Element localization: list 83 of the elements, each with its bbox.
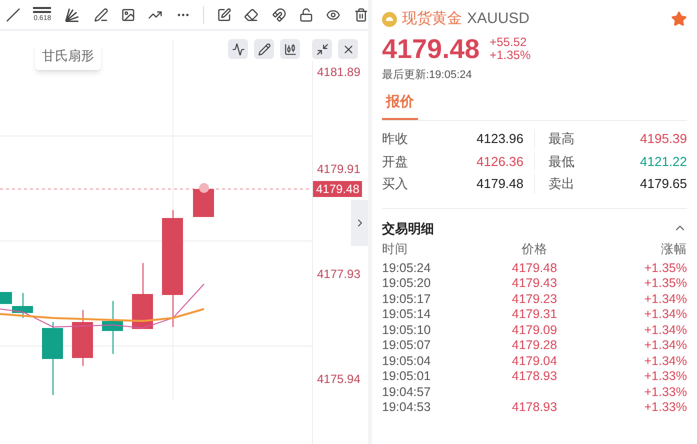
- trade-time: 19:04:57: [382, 384, 432, 400]
- pencil-icon: [258, 42, 270, 56]
- trade-change: +1.35%: [643, 276, 687, 292]
- trade-price: 4179.48: [512, 260, 558, 274]
- quote-value: 4179.65: [640, 175, 687, 193]
- pen-tool-icon[interactable]: [94, 6, 108, 22]
- column-header: 涨幅: [660, 242, 687, 258]
- pen-button[interactable]: [254, 39, 274, 59]
- unlock-icon[interactable]: [298, 6, 314, 22]
- close-icon: [342, 42, 354, 56]
- current-price-marker: [199, 183, 209, 193]
- trade-change: +1.34%: [643, 292, 687, 307]
- candle: [72, 310, 93, 366]
- magnet-icon[interactable]: [272, 6, 286, 22]
- quote-value: 4121.22: [640, 152, 687, 170]
- tool-tooltip: 甘氏扇形: [35, 42, 101, 70]
- column-header: 价格: [520, 242, 548, 258]
- trade-price: 4178.93: [512, 369, 558, 383]
- price-axis-label: 4179.91: [317, 161, 360, 178]
- trade-time: 19:05:01: [382, 369, 432, 384]
- quote-label: 最高: [548, 130, 574, 148]
- trade-price: 4179.09: [512, 322, 558, 336]
- percent-change: +1.35%: [490, 48, 531, 62]
- price-axis-label: 4181.89: [317, 64, 360, 81]
- trade-change: +1.33%: [643, 384, 687, 400]
- trade-time: 19:05:20: [382, 276, 432, 292]
- section-title: 交易明细: [382, 220, 434, 238]
- trade-time: 19:05:04: [382, 354, 432, 369]
- shrink-button[interactable]: [312, 39, 332, 59]
- quote-value: 4126.36: [476, 152, 524, 170]
- quote-value: 4195.39: [640, 130, 687, 148]
- current-price-tag: 4179.48: [313, 181, 362, 197]
- price-axis-label: 4177.93: [317, 266, 360, 283]
- fan-tool-icon[interactable]: [64, 6, 81, 24]
- trash-icon[interactable]: [354, 6, 368, 22]
- trade-price: 4179.31: [512, 307, 558, 321]
- last-updated: 最后更新:19:05:24: [382, 68, 473, 82]
- trade-time: 19:05:17: [382, 292, 432, 307]
- eraser-icon[interactable]: [244, 6, 259, 22]
- image-tool-icon[interactable]: [120, 6, 136, 22]
- trade-change: +1.35%: [643, 260, 687, 276]
- last-price: 4179.48: [382, 32, 480, 64]
- column-header: 时间: [382, 242, 409, 258]
- trade-change: +1.34%: [643, 322, 687, 338]
- trade-time: 19:05:07: [382, 338, 432, 354]
- trade-change: +1.34%: [643, 307, 687, 322]
- quote-label: 昨收: [382, 130, 408, 148]
- price-change: +55.52: [490, 36, 528, 48]
- trade-change: +1.33%: [643, 400, 687, 416]
- shrink-icon: [316, 42, 328, 56]
- symbol-code: XAUUSD: [467, 9, 530, 29]
- quote-label: 买入: [382, 175, 408, 193]
- trade-change: +1.34%: [643, 338, 687, 354]
- candle: [102, 300, 123, 354]
- trade-price: 4179.04: [512, 354, 558, 368]
- wave-icon: [232, 42, 244, 56]
- favorite-star-icon[interactable]: [671, 11, 687, 28]
- trade-price: 4179.43: [512, 276, 558, 290]
- trade-price: 4179.23: [512, 292, 558, 306]
- trade-time: 19:05:14: [382, 307, 432, 322]
- candle: [132, 262, 153, 330]
- line-tool-icon[interactable]: [6, 6, 20, 22]
- trade-time: 19:05:24: [382, 260, 432, 276]
- trade-price: 4178.93: [512, 400, 558, 414]
- coin-icon: [382, 12, 397, 27]
- quote-label: 最低: [548, 152, 574, 170]
- quote-label: 卖出: [548, 175, 574, 193]
- quote-value: 4123.96: [476, 130, 524, 148]
- symbol-name: 现货黄金: [402, 9, 462, 29]
- trade-time: 19:04:53: [382, 400, 432, 416]
- trade-time: 19:05:10: [382, 322, 432, 338]
- candles-button[interactable]: [280, 39, 300, 59]
- candlestick-icon: [284, 42, 296, 56]
- price-axis-label: 4175.94: [317, 371, 360, 388]
- indicator-button[interactable]: [228, 39, 248, 59]
- close-button[interactable]: [338, 39, 358, 59]
- quote-value: 4179.48: [476, 175, 524, 193]
- note-tool-icon[interactable]: [216, 6, 232, 22]
- trade-change: +1.34%: [643, 354, 687, 369]
- candle: [193, 188, 214, 218]
- trade-price: 4179.28: [512, 338, 558, 352]
- trade-change: +1.33%: [643, 369, 687, 384]
- quote-label: 开盘: [382, 152, 408, 170]
